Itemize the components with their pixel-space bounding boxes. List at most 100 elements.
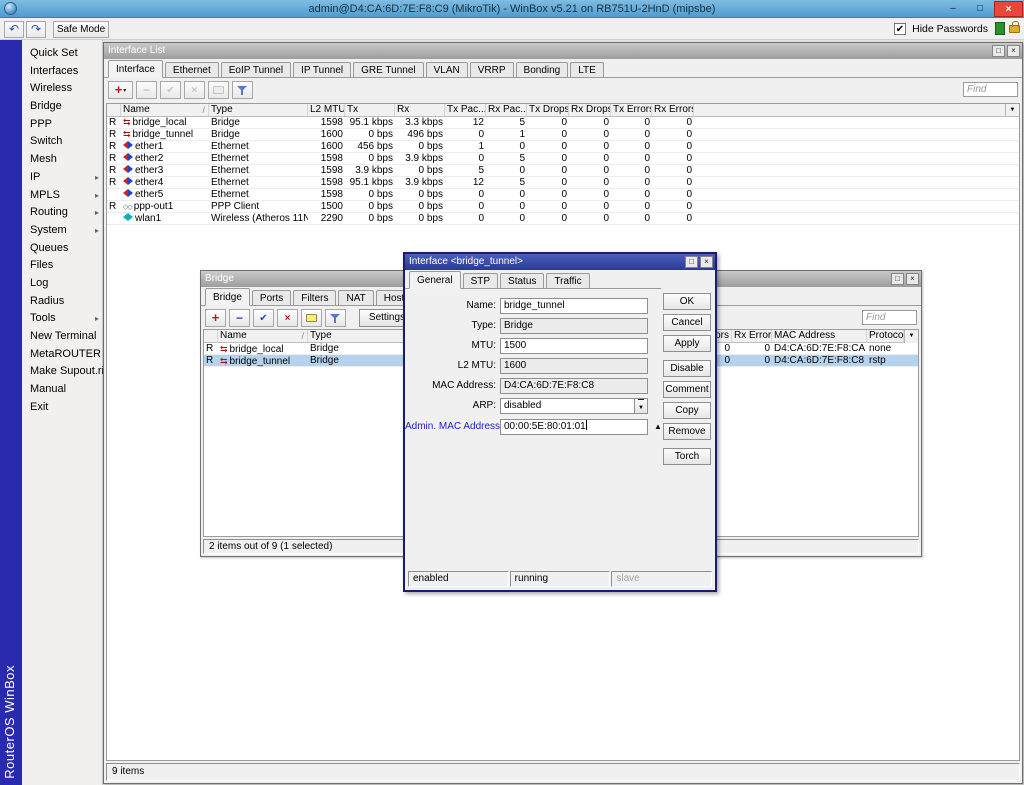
sidebar-item-routing[interactable]: Routing▸ [22,204,102,222]
column-tx-drops[interactable]: Tx Drops [527,104,569,116]
minimize-button[interactable]: – [940,1,966,17]
name-field[interactable]: bridge_tunnel [500,298,648,314]
column-l2-mtu[interactable]: L2 MTU [308,104,345,116]
apply-button[interactable]: Apply [663,335,711,352]
restore-icon[interactable]: □ [992,45,1005,57]
cancel-button[interactable]: Cancel [663,314,711,331]
column-select-icon[interactable]: ▼ [1005,104,1019,117]
tab-nat[interactable]: NAT [338,290,373,305]
column-tx-errors[interactable]: Tx Errors [611,104,652,116]
tab-vlan[interactable]: VLAN [426,62,468,77]
column-tx[interactable]: Tx [345,104,395,116]
column-mac-address[interactable]: MAC Address [772,330,867,343]
sidebar-item-mpls[interactable]: MPLS▸ [22,187,102,205]
add-button[interactable]: +▾ [108,81,133,99]
sidebar-item-ip[interactable]: IP▸ [22,169,102,187]
sidebar-item-system[interactable]: System▸ [22,222,102,240]
table-row[interactable]: ether5Ethernet15980 bps0 bps000000 [107,189,1019,201]
hide-passwords-checkbox[interactable]: ✔ [894,23,906,35]
restore-icon[interactable]: □ [891,273,904,285]
maximize-icon[interactable]: □ [685,256,698,268]
sidebar-item-manual[interactable]: Manual [22,381,102,399]
filter-button[interactable] [325,309,346,327]
sidebar-item-tools[interactable]: Tools▸ [22,310,102,328]
table-row[interactable]: Rether1Ethernet1600456 bps0 bps100000 [107,141,1019,153]
tab-interface[interactable]: Interface [108,60,163,78]
disable-button[interactable]: × [277,309,298,327]
close-button[interactable]: × [994,1,1023,17]
sidebar-item-exit[interactable]: Exit [22,399,102,417]
sidebar-item-switch[interactable]: Switch [22,133,102,151]
tab-bridge[interactable]: Bridge [205,288,250,306]
close-icon[interactable]: × [700,256,713,268]
admin-mac-field[interactable]: 00:00:5E:80:01:01 [500,419,648,435]
column-rx-errors[interactable]: Rx Errors [732,330,772,343]
maximize-button[interactable]: □ [967,1,993,17]
tab-lte[interactable]: LTE [570,62,604,77]
disable-button[interactable]: Disable [663,360,711,377]
column-rx-pac[interactable]: Rx Pac... [486,104,527,116]
arp-select[interactable]: disabled [500,398,648,414]
tab-gre-tunnel[interactable]: GRE Tunnel [353,62,423,77]
column-type[interactable]: Type [209,104,308,116]
table-row[interactable]: wlan1Wireless (Atheros 11N)22900 bps0 bp… [107,213,1019,225]
sidebar-item-bridge[interactable]: Bridge [22,98,102,116]
filter-button[interactable] [232,81,253,99]
arp-dropdown-button[interactable]: ▼ [634,398,648,414]
sidebar-item-wireless[interactable]: Wireless [22,80,102,98]
table-row[interactable]: R⇆bridge_localBridge159895.1 kbps3.3 kbp… [107,117,1019,129]
tab-ports[interactable]: Ports [252,290,291,305]
add-button[interactable]: + [205,309,226,327]
sidebar-item-log[interactable]: Log [22,275,102,293]
dialog-titlebar[interactable]: Interface <bridge_tunnel> □ × [405,254,715,270]
sidebar-item-interfaces[interactable]: Interfaces [22,63,102,81]
sidebar-item-mesh[interactable]: Mesh [22,151,102,169]
undo-button[interactable]: ↶ [4,21,24,38]
find-input[interactable] [862,310,917,325]
remove-button[interactable]: − [136,81,157,99]
column-rx[interactable]: Rx [395,104,445,116]
mtu-field[interactable]: 1500 [500,338,648,354]
interface-list-titlebar[interactable]: Interface List □ × [104,43,1022,59]
table-row[interactable]: Rether2Ethernet15980 bps3.9 kbps050000 [107,153,1019,165]
sidebar-item-queues[interactable]: Queues [22,240,102,258]
remove-button[interactable]: Remove [663,423,711,440]
tab-ethernet[interactable]: Ethernet [165,62,219,77]
find-input[interactable] [963,82,1018,97]
comment-button[interactable] [301,309,322,327]
column-protocol[interactable]: Protoco... [867,330,904,343]
ok-button[interactable]: OK [663,293,711,310]
tab-eoip-tunnel[interactable]: EoIP Tunnel [221,62,291,77]
sidebar-item-files[interactable]: Files [22,257,102,275]
column-rx-drops[interactable]: Rx Drops [569,104,611,116]
column-tx-pac[interactable]: Tx Pac... [445,104,486,116]
safe-mode-button[interactable]: Safe Mode [53,21,109,38]
remove-button[interactable]: − [229,309,250,327]
table-row[interactable]: R◇◇ppp-out1PPP Client15000 bps0 bps00000… [107,201,1019,213]
column-name[interactable]: Name/ [218,330,308,343]
tab-ip-tunnel[interactable]: IP Tunnel [293,62,351,77]
torch-button[interactable]: Torch [663,448,711,465]
redo-button[interactable]: ↷ [26,21,46,38]
column-rx-errors[interactable]: Rx Errors [652,104,694,116]
sidebar-item-quick-set[interactable]: Quick Set [22,45,102,63]
comment-button[interactable]: Comment [663,381,711,398]
sidebar-item-metarouter[interactable]: MetaROUTER [22,346,102,364]
enable-button[interactable]: ✔ [160,81,181,99]
table-row[interactable]: Rether4Ethernet159895.1 kbps3.9 kbps1250… [107,177,1019,189]
table-row[interactable]: R⇆bridge_tunnelBridge16000 bps496 bps010… [107,129,1019,141]
copy-button[interactable]: Copy [663,402,711,419]
sidebar-item-ppp[interactable]: PPP [22,116,102,134]
table-row[interactable]: Rether3Ethernet15983.9 kbps0 bps500000 [107,165,1019,177]
sidebar-item-make-supout-rif[interactable]: Make Supout.rif [22,363,102,381]
tab-bonding[interactable]: Bonding [516,62,569,77]
column-type[interactable]: Type [308,330,405,343]
close-icon[interactable]: × [906,273,919,285]
tab-filters[interactable]: Filters [293,290,336,305]
comment-button[interactable] [208,81,229,99]
close-icon[interactable]: × [1007,45,1020,57]
column-select-icon[interactable]: ▼ [904,330,918,343]
disable-button[interactable]: × [184,81,205,99]
sidebar-item-radius[interactable]: Radius [22,293,102,311]
enable-button[interactable]: ✔ [253,309,274,327]
